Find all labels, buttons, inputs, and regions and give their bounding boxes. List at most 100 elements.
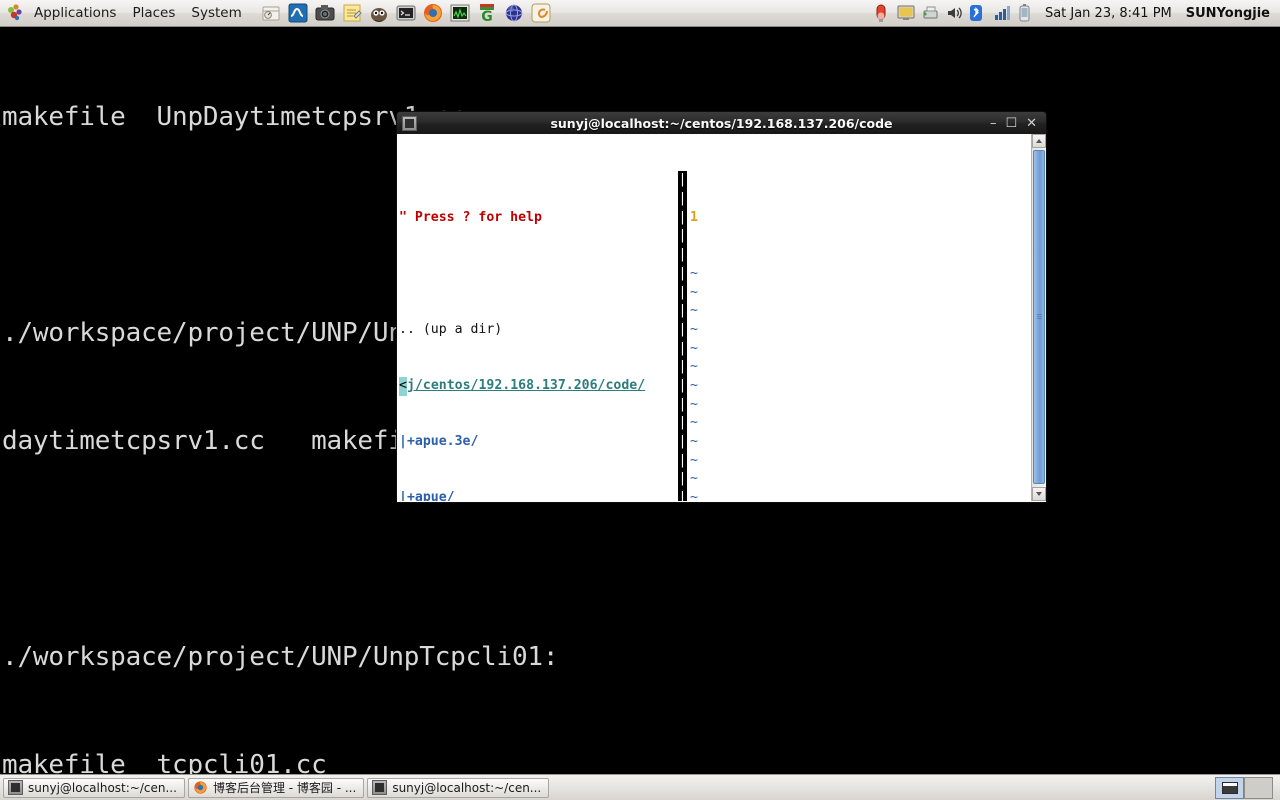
gimp-icon[interactable] — [368, 2, 390, 24]
editor-tilde-line: ~ — [690, 265, 698, 281]
split-separator-char: | — [678, 172, 687, 188]
split-separator-char: | — [678, 471, 687, 487]
workspace-window-thumb — [1222, 781, 1238, 794]
split-separator-char: | — [678, 340, 687, 356]
editor-tilde-line: ~ — [690, 284, 698, 300]
terminal-icon — [402, 115, 417, 131]
vim-split-separator: | | | | | | | | | | | | | | | | | | — [678, 171, 687, 501]
editor-tilde-line: ~ — [690, 303, 698, 319]
bluetooth-icon[interactable] — [969, 3, 987, 23]
menu-places[interactable]: Places — [125, 2, 182, 24]
scroll-down-arrow-icon[interactable] — [1032, 487, 1046, 501]
screenshot-camera-icon[interactable] — [314, 2, 336, 24]
split-separator-char: | — [678, 452, 687, 468]
vim-edit-pane[interactable]: 1 ~~~~~~~~~~~~~~~~~ — [687, 171, 1031, 501]
taskbar-item-firefox[interactable]: 博客后台管理 - 博客园 - ... — [187, 777, 365, 798]
nerdtree-item-label: apue.3e/ — [414, 434, 479, 450]
vim-content[interactable]: " Press ? for help .. (up a dir) <j/cent… — [397, 134, 1031, 501]
firefox-icon — [193, 780, 208, 795]
terminal-icon — [8, 780, 23, 795]
spiral-app-icon[interactable] — [530, 2, 552, 24]
editor-tilde-line: ~ — [690, 434, 698, 450]
nerdtree-help-hint: " Press ? for help — [399, 209, 542, 225]
taskbar-item-label: sunyj@localhost:~/cen... — [392, 780, 542, 795]
split-separator-char: | — [678, 303, 687, 319]
firefox-icon[interactable] — [422, 2, 444, 24]
scroll-up-arrow-icon[interactable] — [1032, 134, 1046, 148]
nerdtree-item-prefix: |+ — [399, 490, 415, 501]
editor-tilde-line: ~ — [690, 490, 698, 501]
nerdtree-item-label: apue/ — [414, 490, 455, 501]
split-separator-char: | — [678, 284, 687, 300]
taskbar-item-label: 博客后台管理 - 博客园 - ... — [212, 781, 357, 795]
svg-text:G: G — [481, 9, 493, 24]
split-separator-char: | — [678, 377, 687, 393]
split-separator-char: | — [678, 359, 687, 375]
printer-icon[interactable] — [921, 3, 939, 23]
maximize-button[interactable]: ☐ — [1005, 117, 1017, 130]
editor-tilde-line: ~ — [690, 415, 698, 431]
workspace-1[interactable] — [1215, 776, 1244, 799]
workspace-switcher[interactable] — [1215, 776, 1273, 799]
vertical-scrollbar[interactable] — [1031, 134, 1046, 501]
vim-body[interactable]: " Press ? for help .. (up a dir) <j/cent… — [396, 134, 1047, 503]
nerdtree-up-dir[interactable]: .. (up a dir) — [397, 321, 678, 340]
window-titlebar[interactable]: sunyj@localhost:~/centos/192.168.137.206… — [396, 111, 1047, 134]
close-button[interactable]: ✕ — [1026, 117, 1037, 130]
split-separator-char: | — [678, 415, 687, 431]
editor-tilde-line: ~ — [690, 359, 698, 375]
network-signal-icon[interactable] — [993, 3, 1011, 23]
split-separator-char: | — [678, 490, 687, 501]
battery-icon[interactable] — [1017, 3, 1035, 23]
editor-tilde-line: ~ — [690, 378, 698, 394]
editor-tilde-line: ~ — [690, 471, 698, 487]
clock[interactable]: Sat Jan 23, 8:41 PM — [1045, 6, 1172, 21]
menu-applications[interactable]: Applications — [27, 2, 123, 24]
nerdtree-item-prefix: |+ — [399, 434, 415, 450]
gnome-top-panel[interactable]: Applications Places System G Sat Jan 23,… — [0, 0, 1280, 27]
nerdtree-pane[interactable]: " Press ? for help .. (up a dir) <j/cent… — [397, 171, 678, 501]
desktop-root: makefile UnpDaytimetcpsrv1.cc ./workspac… — [0, 0, 1280, 800]
system-monitor-icon[interactable] — [449, 2, 471, 24]
terminal-line: makefile tcpcli01.cc — [2, 750, 327, 774]
taskbar-item-terminal-1[interactable]: sunyj@localhost:~/cen... — [3, 777, 185, 798]
nerdtree-root-label: j/centos/192.168.137.206/code/ — [407, 378, 646, 394]
window-list-taskbar[interactable]: sunyj@localhost:~/cen... 博客后台管理 - 博客园 - … — [0, 774, 1280, 800]
gimp-g-icon[interactable]: G — [476, 2, 498, 25]
split-separator-char: | — [678, 396, 687, 412]
display-monitor-icon[interactable] — [897, 3, 915, 23]
split-separator-char: | — [678, 209, 687, 225]
scrollbar-thumb[interactable] — [1033, 150, 1045, 484]
editor-tilde-line: ~ — [690, 340, 698, 356]
minimize-button[interactable]: – — [990, 117, 997, 130]
taskbar-item-terminal-2[interactable]: sunyj@localhost:~/cen... — [367, 777, 550, 798]
archive-manager-icon[interactable] — [260, 2, 282, 24]
nerdtree-item[interactable]: |+apue.3e/ — [397, 433, 678, 452]
workspace-2[interactable] — [1244, 776, 1273, 799]
nerdtree-root-path[interactable]: <j/centos/192.168.137.206/code/ — [397, 377, 678, 396]
split-separator-char: | — [678, 265, 687, 281]
wireshark-icon[interactable] — [287, 2, 309, 24]
split-separator-char: | — [678, 434, 687, 450]
globe-sphere-icon[interactable] — [503, 2, 525, 24]
editor-tilde-line: ~ — [690, 321, 698, 337]
split-separator-char: | — [678, 247, 687, 263]
terminal-window[interactable]: sunyj@localhost:~/centos/192.168.137.206… — [396, 111, 1047, 503]
nerdtree-cursor: < — [399, 377, 407, 396]
editor-empty-lines: ~~~~~~~~~~~~~~~~~ — [687, 265, 1031, 501]
editor-tilde-line: ~ — [690, 396, 698, 412]
split-separator-char: | — [678, 191, 687, 207]
nerdtree-item[interactable]: |+apue/ — [397, 489, 678, 501]
editor-line-1: 1 — [687, 209, 1031, 228]
volume-icon[interactable] — [945, 3, 963, 23]
alert-thermometer-icon[interactable] — [873, 3, 891, 23]
text-editor-icon[interactable] — [341, 2, 363, 24]
username-indicator[interactable]: SUNYongjie — [1186, 6, 1270, 21]
menu-system[interactable]: System — [184, 2, 248, 24]
window-title: sunyj@localhost:~/centos/192.168.137.206… — [550, 115, 893, 131]
terminal-icon — [372, 780, 388, 795]
terminal-icon[interactable] — [395, 2, 417, 24]
line-number: 1 — [690, 209, 698, 225]
editor-tilde-line: ~ — [690, 452, 698, 468]
